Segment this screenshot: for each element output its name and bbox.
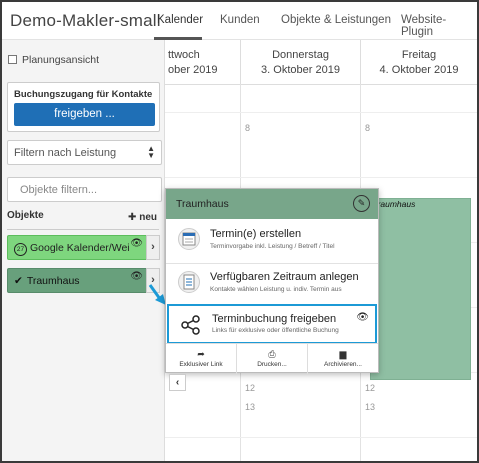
- print-button[interactable]: ⎙ Drucken...: [237, 344, 308, 374]
- day-name: Donnerstag: [272, 49, 329, 61]
- object-item-google-calendar[interactable]: 27 Google Kalender/Wei 👁: [7, 235, 148, 260]
- hour-line: [142, 112, 477, 113]
- print-icon: ⎙: [268, 349, 276, 359]
- calendar-form-icon: [178, 228, 200, 250]
- object-filter-input[interactable]: Objekte filtern...: [7, 177, 162, 202]
- popover-footer: ➦ Exklusiver Link ⎙ Drucken... ▆ Archivi…: [166, 343, 378, 374]
- menu-subtitle: Kontakte wählen Leistung u. indiv. Termi…: [210, 286, 342, 293]
- menu-subtitle: Links für exklusive oder öffentliche Buc…: [212, 327, 339, 334]
- day-name: Freitag: [401, 49, 437, 61]
- service-filter-select[interactable]: Filtern nach Leistung ▲ ▼: [7, 140, 162, 165]
- day-date: ober 2019: [168, 64, 218, 76]
- service-filter-value: Filtern nach Leistung: [14, 147, 117, 159]
- document-list-icon: [178, 271, 200, 293]
- booking-access-panel: Buchungszugang für Kontakte freigeben ..…: [7, 82, 160, 132]
- hour-label: 8: [245, 123, 251, 133]
- hour-line: [142, 177, 477, 178]
- select-updown-icon: ▲ ▼: [147, 144, 155, 160]
- object-item-traumhaus[interactable]: ✔ Traumhaus 👁: [7, 268, 148, 293]
- archive-button[interactable]: ▆ Archivieren...: [308, 344, 378, 374]
- day-header-thursday[interactable]: Donnerstag 3. Oktober 2019: [240, 40, 360, 84]
- menu-title: Termin(e) erstellen: [210, 228, 302, 240]
- hour-label: 13: [245, 402, 256, 412]
- nav-website-plugin[interactable]: Website-Plugin: [401, 14, 477, 38]
- object-label: Traumhaus: [26, 275, 80, 287]
- planning-view-toggle[interactable]: Planungsansicht: [8, 54, 99, 66]
- top-navigation: Demo-Makler-small Kalender Kunden Objekt…: [2, 2, 477, 40]
- footer-label: Archivieren...: [324, 361, 362, 368]
- archive-icon: ▆: [339, 349, 347, 359]
- object-label: Google Kalender/Wei: [30, 242, 130, 254]
- nav-objekte-leistungen[interactable]: Objekte & Leistungen: [281, 14, 391, 26]
- objects-header-label: Objekte: [7, 210, 44, 221]
- objects-divider: [7, 229, 159, 230]
- calendar-27-icon: 27: [14, 243, 27, 256]
- menu-share-booking[interactable]: Terminbuchung freigeben Links für exklus…: [167, 304, 377, 344]
- new-object-button[interactable]: ✚ neu: [128, 212, 157, 223]
- new-object-label: neu: [139, 212, 157, 223]
- plus-icon: ✚: [128, 212, 140, 223]
- eye-icon[interactable]: 👁: [130, 271, 143, 282]
- share-icon: ➦: [197, 349, 205, 359]
- brand-title[interactable]: Demo-Makler-small: [10, 11, 161, 31]
- booking-access-title: Buchungszugang für Kontakte: [14, 89, 153, 100]
- hour-label: 12: [245, 383, 256, 393]
- hour-label: 8: [365, 123, 371, 133]
- menu-create-appointment[interactable]: Termin(e) erstellen Terminvorgabe inkl. …: [166, 222, 378, 260]
- check-icon: ✔: [14, 275, 23, 287]
- hour-label: 13: [365, 402, 376, 412]
- planning-view-checkbox[interactable]: [8, 55, 17, 64]
- footer-label: Drucken...: [257, 361, 287, 368]
- day-date: 4. Oktober 2019: [379, 64, 459, 76]
- day-name: ttwoch: [168, 49, 200, 61]
- day-header-friday[interactable]: Freitag 4. Oktober 2019: [360, 40, 477, 84]
- nav-kalender[interactable]: Kalender: [157, 14, 203, 26]
- planning-view-label: Planungsansicht: [22, 54, 100, 66]
- popover-title: Traumhaus: [176, 198, 229, 210]
- menu-title: Terminbuchung freigeben: [212, 313, 337, 325]
- popover-header: Traumhaus ✎: [166, 189, 378, 219]
- share-nodes-icon: [181, 315, 200, 335]
- calendar-event-traumhaus[interactable]: [370, 198, 471, 380]
- menu-subtitle: Terminvorgabe inkl. Leistung / Betreff /…: [210, 243, 335, 250]
- sidebar: Planungsansicht Buchungszugang für Konta…: [2, 40, 165, 461]
- menu-title: Verfügbaren Zeitraum anlegen: [210, 271, 359, 283]
- expand-chevron-button[interactable]: ›: [146, 235, 160, 260]
- collapse-sidebar-button[interactable]: ‹: [169, 374, 186, 391]
- eye-icon[interactable]: 👁: [356, 312, 369, 323]
- exclusive-link-button[interactable]: ➦ Exklusiver Link: [166, 344, 237, 374]
- eye-icon[interactable]: 👁: [130, 238, 143, 249]
- booking-share-button[interactable]: freigeben ...: [14, 103, 155, 126]
- app-window: Demo-Makler-small Kalender Kunden Objekt…: [2, 2, 477, 461]
- day-date: 3. Oktober 2019: [261, 64, 340, 76]
- object-popover: Traumhaus ✎ Termin(e) erstellen Terminvo…: [165, 188, 379, 374]
- objects-header: Objekte ✚ neu: [7, 210, 162, 230]
- menu-add-availability[interactable]: Verfügbaren Zeitraum anlegen Kontakte wä…: [166, 265, 378, 303]
- footer-label: Exklusiver Link: [179, 361, 223, 368]
- nav-kunden[interactable]: Kunden: [220, 14, 260, 26]
- hour-label: 12: [365, 383, 376, 393]
- header-divider: [142, 84, 477, 85]
- menu-divider: [166, 263, 378, 264]
- edit-pencil-icon[interactable]: ✎: [353, 195, 370, 212]
- event-label: Traumhaus: [373, 199, 416, 209]
- hour-line: [142, 437, 477, 438]
